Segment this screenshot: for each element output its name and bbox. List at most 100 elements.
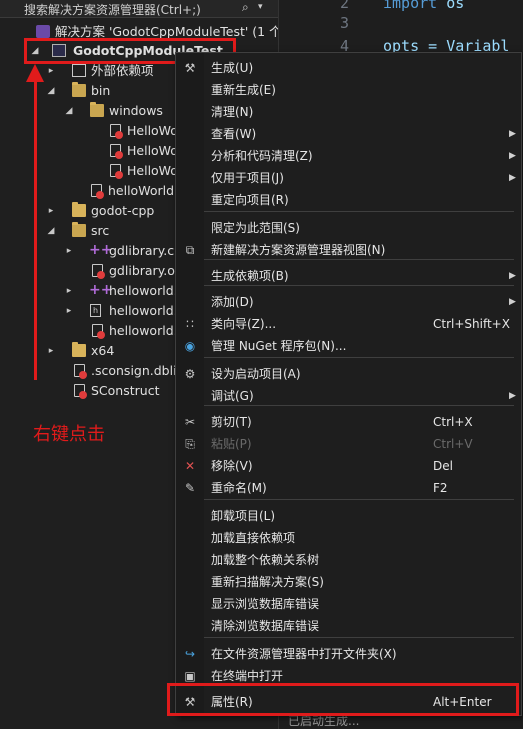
menu-item-4[interactable]: 分析和代码清理(Z) ▶: [176, 145, 521, 167]
menu-item-label: 显示浏览数据库错误: [211, 597, 320, 611]
tree-node-label: HelloWo: [127, 163, 178, 178]
menu-item-label: 重定向项目(R): [211, 193, 289, 207]
context-menu: ⚒ 生成(U) 重新生成(E) 清理(N) 查看(W) ▶ 分析和代码清理(Z) ▶ 仅用于项目…: [175, 52, 522, 716]
submenu-arrow-icon: ▶: [509, 271, 516, 281]
menu-item-label: 查看(W): [211, 127, 257, 141]
remove-icon: ✕: [184, 459, 196, 473]
tree-node-label: SConstruct: [91, 383, 160, 398]
expand-arrow-icon[interactable]: ▸: [46, 61, 56, 81]
file-icon: [92, 264, 105, 279]
expand-arrow-icon[interactable]: ▸: [64, 241, 74, 261]
menu-item-shortcut: F2: [433, 481, 448, 495]
solution-icon: [36, 25, 50, 38]
menu-item-6[interactable]: 重定向项目(R): [176, 189, 521, 211]
menu-item-10[interactable]: 添加(D) ▶: [176, 291, 521, 313]
menu-item-24[interactable]: 清除浏览数据库错误: [176, 615, 521, 637]
submenu-arrow-icon: ▶: [509, 297, 516, 307]
menu-item-20[interactable]: 加载直接依赖项: [176, 527, 521, 549]
menu-item-label: 仅用于项目(J): [211, 171, 284, 185]
cpp-file-icon: ++: [89, 282, 113, 298]
menu-item-12[interactable]: ◉ 管理 NuGet 程序包(N)...: [176, 335, 521, 357]
menu-item-11[interactable]: ∷ 类向导(Z)... Ctrl+Shift+X: [176, 313, 521, 335]
menu-item-13[interactable]: ⚙ 设为启动项目(A): [176, 363, 521, 385]
menu-item-22[interactable]: 重新扫描解决方案(S): [176, 571, 521, 593]
scissors-icon: ✂: [184, 415, 196, 429]
tree-node-label: helloworld.c: [109, 323, 185, 338]
menu-item-label: 加载直接依赖项: [211, 531, 296, 545]
menu-item-15[interactable]: ✂ 剪切(T) Ctrl+X: [176, 411, 521, 433]
file-icon: [110, 144, 123, 159]
menu-item-7[interactable]: 限定为此范围(S): [176, 217, 521, 239]
open-folder-icon: ↪: [184, 647, 196, 661]
expand-arrow-icon[interactable]: ▸: [46, 201, 56, 221]
menu-item-label: 类向导(Z)...: [211, 317, 277, 331]
annotation-arrow-shaft: [34, 78, 37, 380]
menu-item-label: 生成(U): [211, 61, 254, 75]
folder-icon: [72, 202, 86, 217]
submenu-arrow-icon: ▶: [509, 391, 516, 401]
line-number: 2: [339, 0, 349, 12]
menu-item-19[interactable]: 卸载项目(L): [176, 505, 521, 527]
terminal-icon: ▣: [184, 669, 196, 683]
explorer-search-input[interactable]: 搜索解决方案资源管理器(Ctrl+;): [24, 1, 201, 18]
code-text: os: [437, 0, 465, 12]
search-icon[interactable]: ⌕: [242, 0, 249, 15]
file-icon: [110, 124, 123, 139]
menu-item-21[interactable]: 加载整个依赖关系树: [176, 549, 521, 571]
menu-item-label: 新建解决方案资源管理器视图(N): [211, 243, 386, 257]
menu-item-label: 粘贴(P): [211, 437, 252, 451]
menu-item-shortcut: Ctrl+X: [433, 415, 473, 429]
collapse-arrow-icon[interactable]: ◢: [46, 81, 56, 101]
menu-item-9[interactable]: 生成依赖项(B) ▶: [176, 265, 521, 287]
tree-node-label: godot-cpp: [91, 203, 155, 218]
expand-arrow-icon[interactable]: ▸: [64, 301, 74, 321]
menu-item-25[interactable]: ↪ 在文件资源管理器中打开文件夹(X): [176, 643, 521, 665]
menu-item-23[interactable]: 显示浏览数据库错误: [176, 593, 521, 615]
tree-node-label: src: [91, 223, 110, 238]
external-deps-icon: [72, 64, 86, 77]
tree-node-label: bin: [91, 83, 111, 98]
menu-item-17[interactable]: ✕ 移除(V) Del: [176, 455, 521, 477]
menu-item-5[interactable]: 仅用于项目(J) ▶: [176, 167, 521, 189]
menu-separator: [204, 499, 514, 500]
nuget-icon: ◉: [184, 339, 196, 353]
submenu-arrow-icon: ▶: [509, 151, 516, 161]
menu-separator: [204, 357, 514, 358]
menu-item-label: 剪切(T): [211, 415, 252, 429]
menu-item-18[interactable]: ✎ 重命名(M) F2: [176, 477, 521, 499]
explorer-search-bar[interactable]: 搜索解决方案资源管理器(Ctrl+;) ⌕ ▾: [0, 0, 278, 18]
line-number: 3: [339, 14, 349, 32]
expand-arrow-icon[interactable]: ▸: [64, 281, 74, 301]
class-wizard-icon: ∷: [186, 317, 194, 331]
menu-item-label: 添加(D): [211, 295, 254, 309]
menu-item-shortcut: Ctrl+V: [433, 437, 473, 451]
collapse-arrow-icon[interactable]: ◢: [64, 101, 74, 121]
menu-item-0[interactable]: ⚒ 生成(U): [176, 57, 521, 79]
menu-item-label: 分析和代码清理(Z): [211, 149, 313, 163]
menu-item-16[interactable]: ⎘ 粘贴(P) Ctrl+V: [176, 433, 521, 455]
folder-icon: [72, 222, 86, 237]
file-icon: [92, 324, 105, 339]
annotation-text: 右键点击: [33, 424, 105, 445]
menu-item-14[interactable]: 调试(G) ▶: [176, 385, 521, 407]
menu-item-8[interactable]: ⧉ 新建解决方案资源管理器视图(N): [176, 239, 521, 261]
menu-item-shortcut: Ctrl+Shift+X: [433, 317, 510, 331]
folder-icon: [72, 82, 86, 97]
menu-item-3[interactable]: 查看(W) ▶: [176, 123, 521, 145]
menu-separator: [204, 637, 514, 638]
menu-item-2[interactable]: 清理(N): [176, 101, 521, 123]
collapse-arrow-icon[interactable]: ◢: [46, 221, 56, 241]
submenu-arrow-icon: ▶: [509, 173, 516, 183]
menu-item-1[interactable]: 重新生成(E): [176, 79, 521, 101]
build-icon: ⚒: [184, 61, 196, 75]
search-options-chevron-icon[interactable]: ▾: [258, 2, 263, 12]
expand-arrow-icon[interactable]: ▸: [46, 341, 56, 361]
folder-icon: [90, 102, 104, 117]
file-icon: [74, 364, 87, 379]
rename-icon: ✎: [184, 481, 196, 495]
tree-node-label: gdlibrary.ob: [109, 263, 183, 278]
cpp-file-icon: ++: [89, 242, 113, 258]
file-icon: [91, 184, 104, 199]
header-file-icon: h: [90, 304, 101, 317]
menu-item-label: 卸载项目(L): [211, 509, 276, 523]
